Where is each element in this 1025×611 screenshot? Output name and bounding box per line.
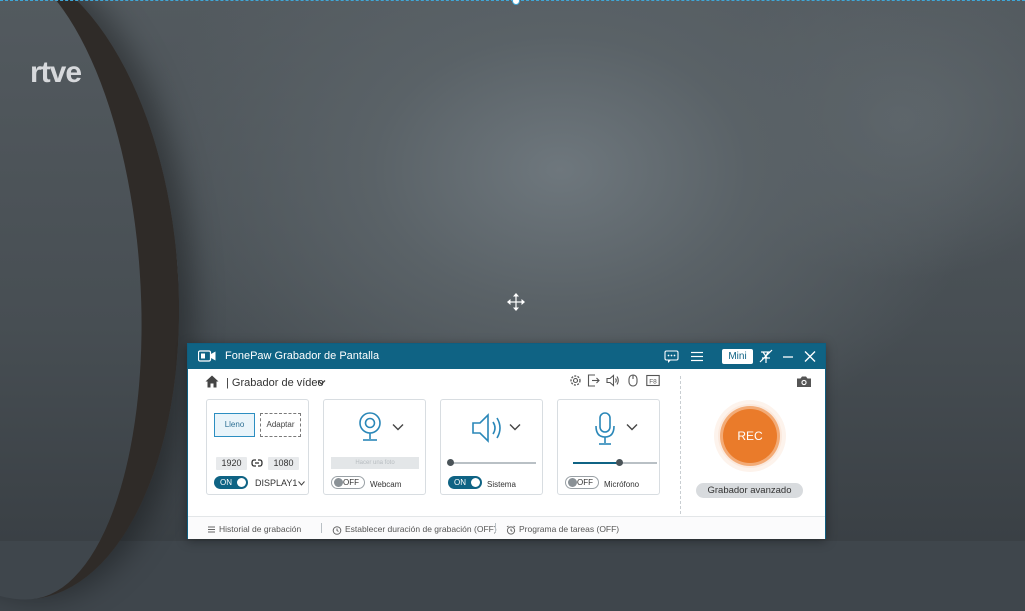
system-toggle-label: ON <box>454 478 466 487</box>
link-icon[interactable] <box>251 458 263 468</box>
mic-volume-fill <box>573 462 620 464</box>
window-title: FonePaw Grabador de Pantalla <box>225 350 380 362</box>
microphone-toggle[interactable]: OFF <box>565 476 599 489</box>
toggle-knob <box>334 478 343 487</box>
system-sound-toggle[interactable]: ON <box>448 476 482 489</box>
speaker-icon <box>472 413 501 443</box>
mini-mode-button[interactable]: Mini <box>722 349 753 364</box>
toggle-knob <box>568 478 577 487</box>
full-screen-label: Lleno <box>224 420 245 429</box>
advanced-recorder-button[interactable]: Grabador avanzado <box>696 483 803 498</box>
home-icon[interactable] <box>205 375 219 388</box>
chevron-down-icon[interactable] <box>509 423 521 431</box>
capture-area-border[interactable] <box>0 0 1025 5</box>
webcam-icon <box>359 412 381 441</box>
chevron-down-icon[interactable] <box>317 379 326 386</box>
chevron-down-icon <box>298 481 306 486</box>
export-icon[interactable] <box>587 374 600 387</box>
svg-text:F8: F8 <box>649 378 657 385</box>
bottom-separator <box>321 523 322 533</box>
full-screen-option[interactable]: Lleno <box>214 413 255 437</box>
height-field[interactable]: 1080 <box>268 457 299 470</box>
mic-volume-knob[interactable] <box>616 459 624 466</box>
minimize-icon[interactable] <box>782 349 794 364</box>
toggle-knob <box>237 478 246 487</box>
webcam-toggle-label: OFF <box>343 478 359 487</box>
microphone-panel: OFF Micrófono <box>557 399 660 495</box>
fit-area-option[interactable]: Adaptar <box>260 413 301 437</box>
take-photo-button: Hacer una foto <box>331 457 419 469</box>
display-toggle[interactable]: ON <box>214 476 248 489</box>
chevron-down-icon[interactable] <box>626 423 638 431</box>
bottom-bar: Historial de grabación Establecer duraci… <box>188 516 825 539</box>
display-selector[interactable]: DISPLAY1 <box>255 478 306 488</box>
camera-icon[interactable] <box>796 375 812 388</box>
system-caption: Sistema <box>487 480 516 489</box>
rec-button[interactable]: REC <box>723 409 777 463</box>
microphone-caption: Micrófono <box>604 480 640 489</box>
title-bar[interactable]: FonePaw Grabador de Pantalla Mini <box>188 344 825 369</box>
pin-icon[interactable] <box>759 349 773 364</box>
tv-channel-logo: rtve <box>30 56 82 89</box>
webcam-panel: Hacer una foto OFF Webcam <box>323 399 426 495</box>
mic-volume-slider[interactable] <box>573 459 657 466</box>
mode-selector-label[interactable]: | Grabador de vídeo <box>226 377 324 389</box>
timer-icon <box>332 525 342 535</box>
list-icon <box>208 526 215 533</box>
webcam-toggle[interactable]: OFF <box>331 476 365 489</box>
webcam-caption: Webcam <box>370 480 402 489</box>
screen-area-panel: Lleno Adaptar 1920 1080 ON DISPLAY1 <box>206 399 309 495</box>
system-volume-knob[interactable] <box>447 459 454 466</box>
speaker-icon[interactable] <box>606 374 620 387</box>
move-cursor-icon <box>507 293 525 311</box>
set-duration-link[interactable]: Establecer duración de grabación (OFF) <box>332 524 497 535</box>
chat-icon[interactable] <box>664 349 679 364</box>
hotkey-icon[interactable]: F8 <box>646 374 660 387</box>
chevron-down-icon[interactable] <box>392 423 404 431</box>
system-sound-panel: ON Sistema <box>440 399 543 495</box>
task-schedule-link[interactable]: Programa de tareas (OFF) <box>506 524 619 535</box>
section-divider <box>680 376 681 519</box>
mouse-icon[interactable] <box>628 374 638 387</box>
alarm-clock-icon <box>506 525 516 535</box>
settings-icon[interactable] <box>569 374 582 387</box>
display-toggle-label: ON <box>220 478 232 487</box>
fit-area-label: Adaptar <box>266 420 295 429</box>
hamburger-menu-icon[interactable] <box>690 349 704 364</box>
system-volume-slider[interactable] <box>447 459 536 466</box>
recording-history-link[interactable]: Historial de grabación <box>207 524 301 534</box>
toggle-knob <box>471 478 480 487</box>
video-camera-icon <box>198 350 216 362</box>
close-icon[interactable] <box>804 349 816 364</box>
bottom-separator <box>495 523 496 533</box>
mode-toolbar: | Grabador de vídeo F8 <box>188 369 825 397</box>
width-field[interactable]: 1920 <box>216 457 247 470</box>
recorder-window: FonePaw Grabador de Pantalla Mini | Grab… <box>187 343 826 539</box>
mic-toggle-label: OFF <box>577 478 593 487</box>
microphone-icon <box>595 412 615 445</box>
